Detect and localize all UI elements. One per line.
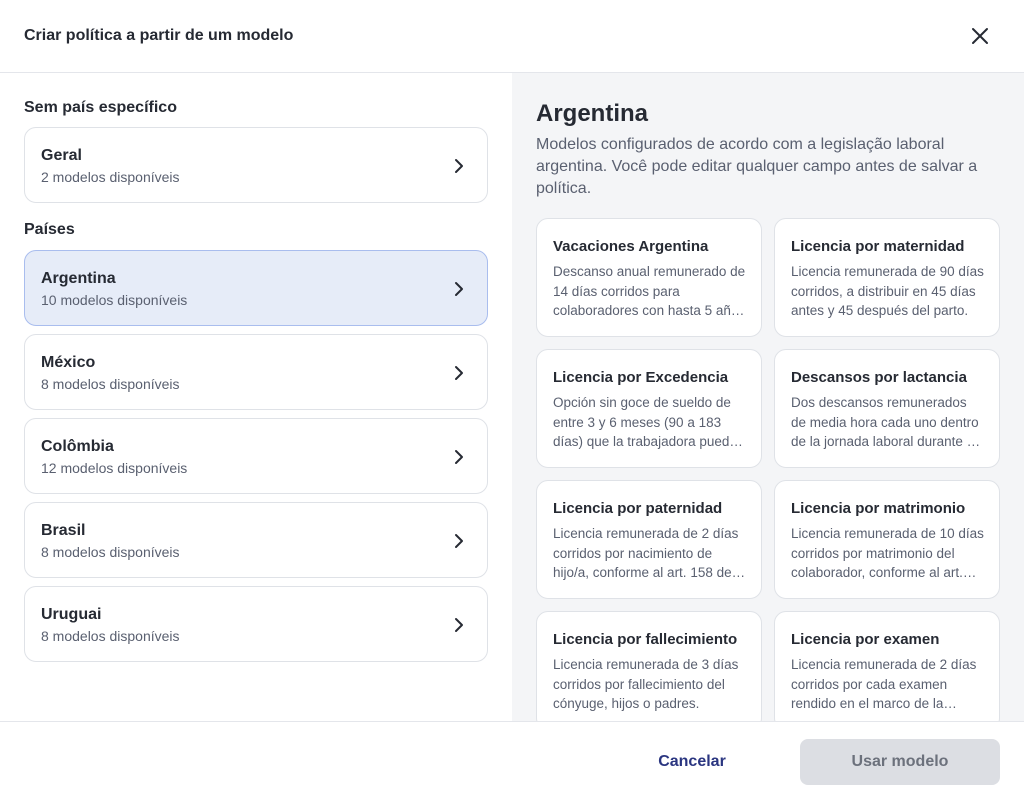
template-name: Licencia por fallecimiento bbox=[553, 631, 738, 648]
country-item-colombia[interactable]: Colômbia 12 modelos disponíveis bbox=[24, 418, 488, 494]
template-description: Licencia remunerada de 3 días corridos p… bbox=[553, 657, 739, 711]
country-template-count: 8 modelos disponíveis bbox=[41, 544, 180, 560]
template-card[interactable]: Licencia por maternidad Licencia remuner… bbox=[774, 218, 1000, 337]
template-card[interactable]: Licencia por fallecimiento Licencia remu… bbox=[536, 611, 762, 721]
templates-panel: Argentina Modelos configurados de acordo… bbox=[512, 73, 1024, 721]
chevron-right-icon bbox=[455, 450, 463, 464]
template-card[interactable]: Licencia por examen Licencia remunerada … bbox=[774, 611, 1000, 721]
selected-country-description: Modelos configurados de acordo com a leg… bbox=[536, 136, 978, 197]
template-name: Licencia por maternidad bbox=[791, 238, 965, 255]
template-name: Licencia por matrimonio bbox=[791, 500, 966, 517]
template-description: Licencia remunerada de 10 días corridos … bbox=[791, 526, 984, 580]
template-modal: Criar política a partir de um modelo Sem… bbox=[0, 0, 1024, 800]
country-list-panel: Sem país específico Geral 2 modelos disp… bbox=[0, 73, 512, 721]
template-description: Licencia remunerada de 2 días corridos p… bbox=[791, 657, 977, 711]
modal-title: Criar política a partir de um modelo bbox=[24, 27, 294, 44]
country-name: Uruguai bbox=[41, 606, 102, 623]
section-label-countries: Países bbox=[24, 221, 75, 238]
country-template-count: 10 modelos disponíveis bbox=[41, 292, 188, 308]
country-item-mexico[interactable]: México 8 modelos disponíveis bbox=[24, 334, 488, 410]
country-name: México bbox=[41, 354, 96, 371]
chevron-right-icon bbox=[455, 366, 463, 380]
chevron-right-icon bbox=[455, 618, 463, 632]
country-item-uruguai[interactable]: Uruguai 8 modelos disponíveis bbox=[24, 586, 488, 662]
cancel-button[interactable]: Cancelar bbox=[640, 739, 744, 785]
template-description: Opción sin goce de sueldo de entre 3 y 6… bbox=[553, 395, 737, 449]
country-name: Geral bbox=[41, 147, 82, 164]
country-name: Argentina bbox=[41, 270, 116, 287]
template-card[interactable]: Descansos por lactancia Dos descansos re… bbox=[774, 349, 1000, 468]
template-card[interactable]: Licencia por matrimonio Licencia remuner… bbox=[774, 480, 1000, 599]
chevron-right-icon bbox=[455, 159, 463, 173]
template-name: Descansos por lactancia bbox=[791, 369, 967, 386]
country-item-general[interactable]: Geral 2 modelos disponíveis bbox=[24, 127, 488, 203]
country-item-brasil[interactable]: Brasil 8 modelos disponíveis bbox=[24, 502, 488, 578]
template-card[interactable]: Vacaciones Argentina Descanso anual remu… bbox=[536, 218, 762, 337]
template-name: Vacaciones Argentina bbox=[553, 238, 709, 255]
selected-country-title: Argentina bbox=[536, 100, 649, 127]
template-name: Licencia por examen bbox=[791, 631, 940, 648]
section-label-no-country: Sem país específico bbox=[24, 99, 177, 116]
country-template-count: 12 modelos disponíveis bbox=[41, 460, 188, 476]
template-description: Descanso anual remunerado de 14 días cor… bbox=[553, 264, 746, 318]
template-card[interactable]: Licencia por Excedencia Opción sin goce … bbox=[536, 349, 762, 468]
country-name: Brasil bbox=[41, 522, 86, 539]
modal-header: Criar política a partir de um modelo bbox=[0, 0, 1024, 73]
modal-footer: Cancelar Usar modelo bbox=[0, 721, 1024, 800]
country-template-count: 8 modelos disponíveis bbox=[41, 628, 180, 644]
country-template-count: 8 modelos disponíveis bbox=[41, 376, 180, 392]
close-icon bbox=[972, 28, 988, 44]
use-template-button[interactable]: Usar modelo bbox=[800, 739, 1000, 785]
chevron-right-icon bbox=[455, 534, 463, 548]
country-template-count: 2 modelos disponíveis bbox=[41, 169, 180, 185]
template-card[interactable]: Licencia por paternidad Licencia remuner… bbox=[536, 480, 762, 599]
country-item-argentina[interactable]: Argentina 10 modelos disponíveis bbox=[24, 250, 488, 326]
country-name: Colômbia bbox=[41, 438, 114, 455]
template-description: Dos descansos remunerados de media hora … bbox=[791, 395, 982, 449]
template-name: Licencia por paternidad bbox=[553, 500, 723, 517]
close-button[interactable] bbox=[964, 20, 996, 52]
template-description: Licencia remunerada de 2 días corridos p… bbox=[553, 526, 746, 580]
template-description: Licencia remunerada de 90 días corridos,… bbox=[791, 264, 984, 318]
template-name: Licencia por Excedencia bbox=[553, 369, 729, 386]
chevron-right-icon bbox=[455, 282, 463, 296]
